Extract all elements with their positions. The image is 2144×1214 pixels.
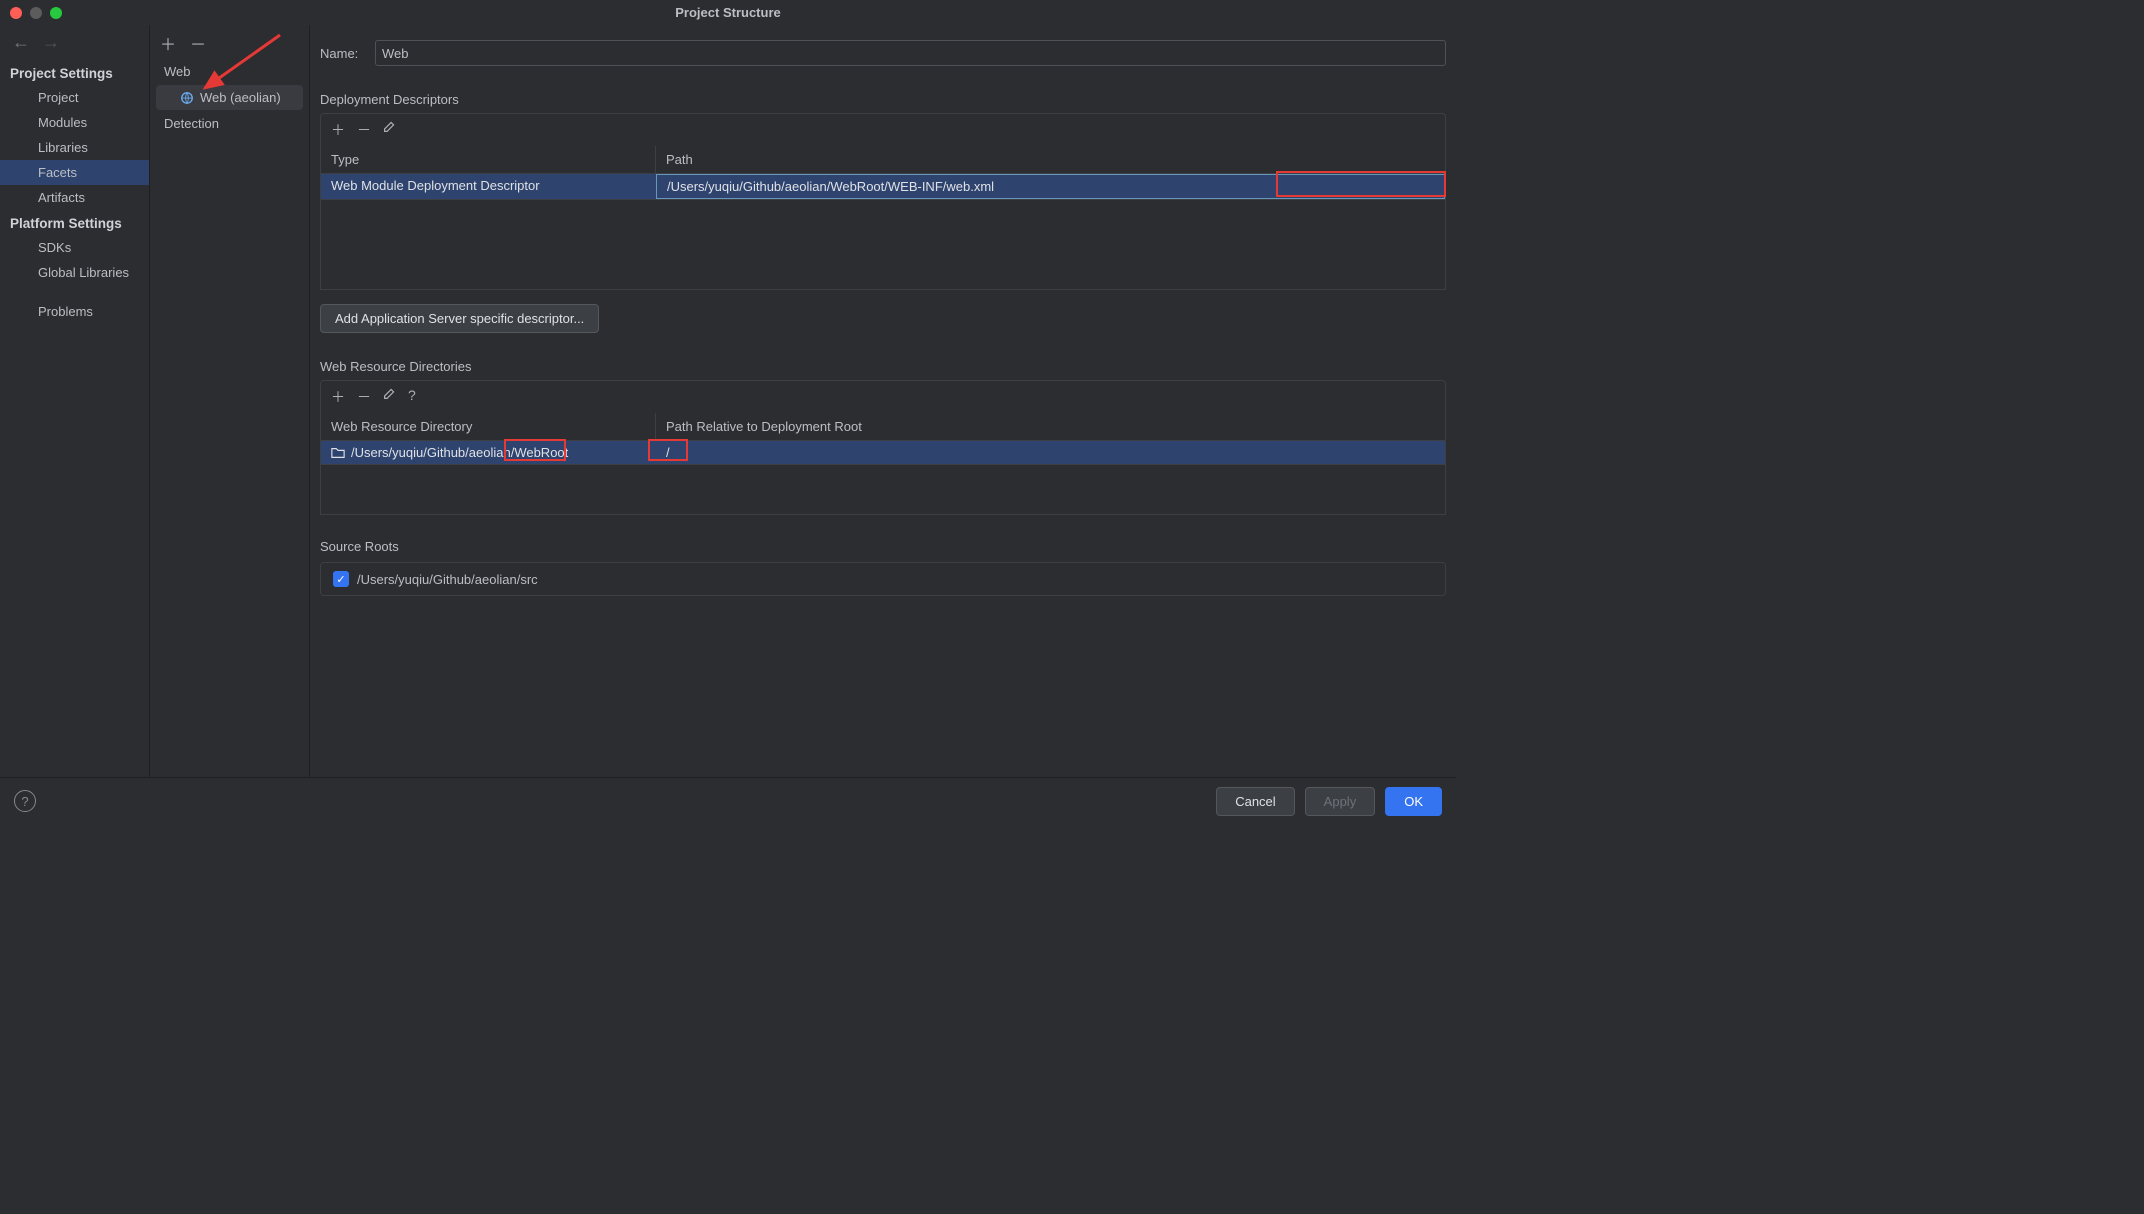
maximize-window-button[interactable] [50,7,62,19]
nav-forward-icon[interactable]: → [42,32,60,53]
deployment-descriptors-title: Deployment Descriptors [320,92,1446,107]
sidebar-item-artifacts[interactable]: Artifacts [0,185,149,210]
minimize-window-button[interactable] [30,7,42,19]
source-root-item[interactable]: ✓ /Users/yuqiu/Github/aeolian/src [320,562,1446,596]
add-app-server-descriptor-button[interactable]: Add Application Server specific descript… [320,304,599,333]
tree-item-detection[interactable]: Detection [150,112,309,135]
cancel-button[interactable]: Cancel [1216,787,1294,816]
wrd-row-dir-text: /Users/yuqiu/Github/aeolian/WebRoot [351,445,568,460]
wrd-add-button[interactable]: ＋ [331,387,345,407]
sidebar-item-project[interactable]: Project [0,85,149,110]
sidebar-item-facets[interactable]: Facets [0,160,149,185]
wrd-row-path-text: / [666,445,670,460]
dd-row-path-text: /Users/yuqiu/Github/aeolian/WebRoot/WEB-… [667,179,994,194]
window-title: Project Structure [675,5,780,20]
sidebar-item-sdks[interactable]: SDKs [0,235,149,260]
sidebar-group-project-settings: Project Settings [0,60,149,85]
web-resource-directories-table: Web Resource Directory Path Relative to … [320,413,1446,465]
dd-row-path[interactable]: /Users/yuqiu/Github/aeolian/WebRoot/WEB-… [656,174,1445,199]
wrd-edit-button[interactable] [383,387,396,407]
sidebar-item-problems[interactable]: Problems [0,299,149,324]
dd-edit-button[interactable] [383,120,396,140]
wrd-col-path[interactable]: Path Relative to Deployment Root [656,413,1445,440]
wrd-table-row[interactable]: /Users/yuqiu/Github/aeolian/WebRoot / [321,441,1445,464]
wrd-help-button[interactable]: ? [408,387,416,407]
dd-col-type[interactable]: Type [321,146,656,173]
help-button[interactable]: ? [14,790,36,812]
web-facet-icon [180,91,194,105]
dd-col-path[interactable]: Path [656,146,1445,173]
dd-remove-button[interactable]: － [357,120,371,140]
source-roots-title: Source Roots [320,539,1446,554]
wrd-row-dir: /Users/yuqiu/Github/aeolian/WebRoot [321,441,656,464]
web-resource-directories-title: Web Resource Directories [320,359,1446,374]
apply-button[interactable]: Apply [1305,787,1376,816]
annotation-red-box-webxml [1276,171,1446,197]
deployment-descriptors-table: Type Path Web Module Deployment Descript… [320,146,1446,200]
tree-item-web-aeolian-label: Web (aeolian) [200,90,281,105]
close-window-button[interactable] [10,7,22,19]
source-root-path: /Users/yuqiu/Github/aeolian/src [357,572,538,587]
wrd-col-dir[interactable]: Web Resource Directory [321,413,656,440]
dd-row-type: Web Module Deployment Descriptor [321,174,656,199]
ok-button[interactable]: OK [1385,787,1442,816]
folder-icon [331,446,345,460]
remove-facet-button[interactable]: － [190,31,206,55]
wrd-row-path: / [656,441,1445,464]
titlebar: Project Structure [0,0,1456,25]
deployment-descriptors-toolbar: ＋ － [320,113,1446,146]
web-resource-directories-toolbar: ＋ － ? [320,380,1446,413]
wrd-remove-button[interactable]: － [357,387,371,407]
dialog-footer: ? Cancel Apply OK [0,777,1456,824]
sidebar-group-platform-settings: Platform Settings [0,210,149,235]
dd-table-row[interactable]: Web Module Deployment Descriptor /Users/… [321,174,1445,199]
sidebar-item-libraries[interactable]: Libraries [0,135,149,160]
name-label: Name: [320,46,375,61]
tree-item-web-root[interactable]: Web [150,60,309,83]
add-facet-button[interactable]: ＋ [160,31,176,55]
name-input[interactable] [375,40,1446,66]
tree-item-web-aeolian[interactable]: Web (aeolian) [156,85,303,110]
facets-tree-panel: ＋ － Web Web (aeolian) Detection [150,25,310,777]
source-root-checkbox[interactable]: ✓ [333,571,349,587]
settings-sidebar: ← → Project Settings Project Modules Lib… [0,25,150,777]
nav-back-icon[interactable]: ← [12,32,30,53]
sidebar-item-modules[interactable]: Modules [0,110,149,135]
dd-add-button[interactable]: ＋ [331,120,345,140]
sidebar-item-global-libraries[interactable]: Global Libraries [0,260,149,285]
